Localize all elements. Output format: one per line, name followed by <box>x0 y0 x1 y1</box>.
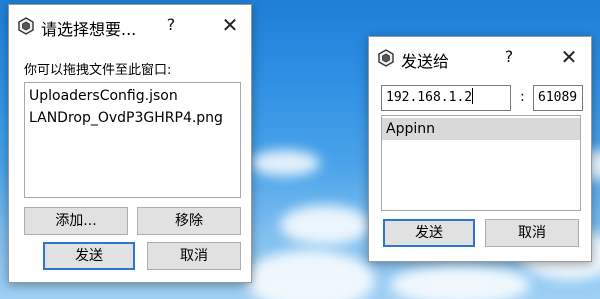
file-list[interactable]: UploadersConfig.json LANDrop_OvdP3GHRP4.… <box>24 82 241 198</box>
send-button[interactable]: 发送 <box>383 219 475 247</box>
add-files-button[interactable]: 添加... <box>24 207 128 235</box>
close-icon[interactable]: ✕ <box>554 43 584 71</box>
list-item[interactable]: LANDrop_OvdP3GHRP4.png <box>25 107 240 129</box>
drop-prompt: 你可以拖拽文件至此窗口: <box>24 63 172 78</box>
text-caret <box>472 88 474 104</box>
send-button[interactable]: 发送 <box>43 242 135 270</box>
window-title: 请选择想要... <box>41 20 137 39</box>
cancel-button[interactable]: 取消 <box>485 219 579 247</box>
help-icon[interactable]: ? <box>497 45 521 69</box>
help-icon[interactable]: ? <box>159 13 183 37</box>
title-bar[interactable]: 请选择想要... ? ✕ <box>9 5 251 45</box>
window-title: 发送给 <box>401 52 450 71</box>
cloud <box>280 205 370 245</box>
port-input[interactable]: 61089 <box>533 85 583 111</box>
port-separator: : <box>520 89 525 105</box>
title-bar[interactable]: 发送给 ? ✕ <box>369 37 591 77</box>
cloud <box>250 150 320 176</box>
device-list[interactable]: Appinn <box>381 115 581 211</box>
list-item[interactable]: Appinn <box>382 118 580 140</box>
close-icon[interactable]: ✕ <box>215 11 245 39</box>
list-item[interactable]: UploadersConfig.json <box>25 85 240 107</box>
ip-address-value: 192.168.1.2 <box>386 90 473 105</box>
cloud <box>245 250 375 299</box>
landrop-app-icon <box>378 49 394 67</box>
port-value: 61089 <box>538 90 578 105</box>
file-select-dialog: 请选择想要... ? ✕ 你可以拖拽文件至此窗口: UploadersConfi… <box>8 4 252 283</box>
send-to-dialog: 发送给 ? ✕ 192.168.1.2 : 61089 Appinn 发送 取消 <box>368 36 592 262</box>
cancel-button[interactable]: 取消 <box>147 242 241 270</box>
remove-button[interactable]: 移除 <box>137 207 241 235</box>
landrop-app-icon <box>18 17 34 35</box>
cloud <box>390 265 530 299</box>
ip-address-input[interactable]: 192.168.1.2 <box>381 85 511 111</box>
